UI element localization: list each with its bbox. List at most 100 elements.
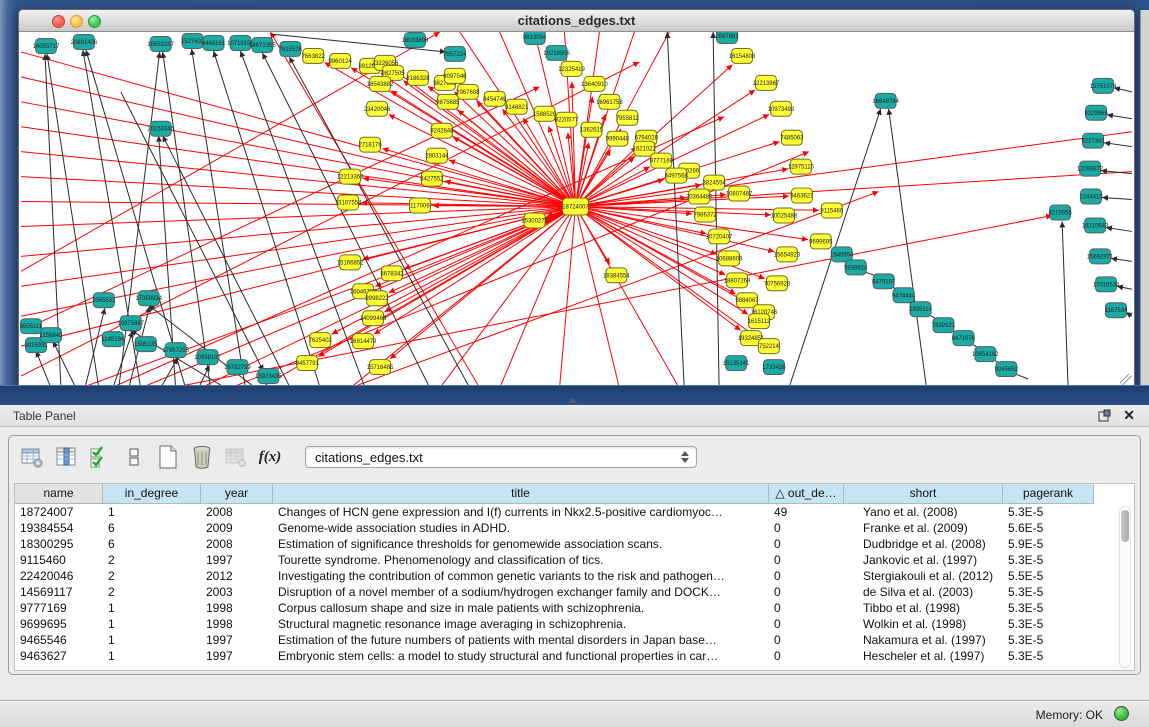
graph-node[interactable]: 12213967	[753, 75, 780, 90]
graph-node[interactable]: 14055717	[33, 38, 60, 53]
graph-node[interactable]: 2967608	[456, 84, 480, 99]
column-header-pagerank[interactable]: pagerank	[1003, 484, 1094, 504]
graph-node[interactable]: 9457791	[296, 356, 320, 371]
table-cell[interactable]: Nakamura et al. (1997)	[844, 632, 1003, 648]
table-cell[interactable]: Structural magnetic resonance image aver…	[273, 616, 769, 632]
table-row[interactable]: 1456911722003Disruption of a novel membe…	[15, 584, 1134, 600]
graph-node[interactable]: 17957255	[162, 343, 189, 358]
table-row[interactable]: 1872400712008Changes of HCN gene express…	[15, 504, 1134, 520]
table-cell[interactable]: 2012	[201, 568, 273, 584]
graph-node[interactable]: 16033809	[402, 32, 429, 47]
table-cell[interactable]: 1998	[201, 616, 273, 632]
graph-node[interactable]: 7857224	[443, 46, 467, 61]
graph-node[interactable]: 2718176	[358, 137, 382, 152]
table-cell[interactable]: 1997	[201, 632, 273, 648]
graph-node[interactable]: 18807269	[724, 273, 751, 288]
graph-node[interactable]: 15166852	[337, 255, 364, 270]
graph-node[interactable]: 14099468	[360, 311, 387, 326]
graph-node[interactable]: 2887682	[715, 32, 739, 43]
graph-node[interactable]: 1588520	[533, 106, 557, 121]
table-selector-dropdown[interactable]: citations_edges.txt	[305, 446, 697, 468]
table-cell[interactable]: Hescheler et al. (1997)	[844, 648, 1003, 664]
table-cell[interactable]: Estimation of significance thresholds fo…	[273, 536, 769, 552]
row-height-icon[interactable]	[121, 444, 147, 470]
graph-node[interactable]: 16543882	[367, 76, 394, 91]
graph-node[interactable]: 1244415	[1079, 189, 1103, 204]
table-cell[interactable]: 5.3E-5	[1003, 600, 1094, 616]
graph-node[interactable]: 10958107	[194, 350, 221, 365]
table-row[interactable]: 1938455462009Genome-wide association stu…	[15, 520, 1134, 536]
table-cell[interactable]: 1	[103, 632, 201, 648]
table-cell[interactable]: 1998	[201, 600, 273, 616]
table-row[interactable]: 946554611997Estimation of the future num…	[15, 632, 1134, 648]
table-cell[interactable]: Changes of HCN gene expression and I(f) …	[273, 504, 769, 520]
panel-splitter-handle[interactable]	[569, 398, 577, 403]
selection-mode-icon[interactable]	[87, 444, 113, 470]
graph-node[interactable]: 8186328	[406, 70, 430, 85]
column-visibility-icon[interactable]	[53, 444, 79, 470]
table-cell[interactable]: Stergiakouli et al. (2012)	[844, 568, 1003, 584]
graph-node[interactable]: 17359934	[135, 291, 162, 306]
table-cell[interactable]: 1997	[201, 648, 273, 664]
graph-node[interactable]: 1733426	[762, 360, 786, 375]
graph-node[interactable]: 10975887	[117, 316, 144, 331]
network-window[interactable]: citations_edges.txt 14055717208914061065…	[18, 9, 1135, 389]
table-cell[interactable]: 5.6E-5	[1003, 520, 1094, 536]
column-header-year[interactable]: year	[201, 484, 273, 504]
table-cell[interactable]: 2008	[201, 536, 273, 552]
graph-node[interactable]: 9998222	[365, 291, 389, 306]
column-header-name[interactable]: name	[15, 484, 103, 504]
table-cell[interactable]: 1	[103, 616, 201, 632]
graph-node[interactable]: 9245652	[995, 362, 1019, 377]
table-cell[interactable]: 0	[769, 600, 844, 616]
table-cell[interactable]: 0	[769, 648, 844, 664]
graph-node[interactable]: 1505135	[134, 337, 158, 352]
table-cell[interactable]: 0	[769, 536, 844, 552]
graph-node[interactable]: 8220577	[555, 112, 579, 127]
graph-node[interactable]: 15923435	[255, 369, 282, 384]
vertical-scrollbar[interactable]	[1119, 506, 1131, 668]
graph-node[interactable]: 7663822	[302, 48, 326, 63]
graph-node[interactable]: 9329966	[1084, 105, 1108, 120]
table-cell[interactable]: 2	[103, 584, 201, 600]
table-cell[interactable]: 2008	[201, 504, 273, 520]
graph-node[interactable]: 9242848	[430, 123, 454, 138]
table-cell[interactable]: 18724007	[15, 504, 103, 520]
graph-node[interactable]: 1156843	[40, 328, 63, 343]
graph-node[interactable]: 8471676	[952, 331, 976, 346]
close-panel-icon[interactable]: ✕	[1123, 407, 1135, 424]
graph-node[interactable]: 6479197	[872, 274, 896, 289]
graph-node[interactable]: 70756928	[764, 276, 791, 291]
graph-node[interactable]: 7485063	[780, 130, 804, 145]
table-cell[interactable]: 5.3E-5	[1003, 632, 1094, 648]
table-cell[interactable]: Genome-wide association studies in ADHD.	[273, 520, 769, 536]
table-cell[interactable]: 5.3E-5	[1003, 648, 1094, 664]
graph-node[interactable]: 117006	[409, 198, 430, 213]
graph-node[interactable]: 1615112	[748, 314, 771, 329]
table-cell[interactable]: 2	[103, 552, 201, 568]
float-panel-icon[interactable]	[1098, 409, 1111, 422]
graph-node[interactable]: 2065531	[92, 293, 116, 308]
network-canvas[interactable]: 1405571720891406106532871527602646616110…	[19, 32, 1134, 388]
table-cell[interactable]: Dudbridge et al. (2008)	[844, 536, 1003, 552]
table-cell[interactable]: 9465546	[15, 632, 103, 648]
table-cell[interactable]: 0	[769, 616, 844, 632]
table-row[interactable]: 969969511998Structural magnetic resonanc…	[15, 616, 1134, 632]
graph-node[interactable]: 20153346	[147, 121, 174, 136]
graph-node[interactable]: 9227341	[1081, 133, 1105, 148]
column-header-in_degree[interactable]: in_degree	[103, 484, 201, 504]
graph-node[interactable]: 19218506	[543, 45, 570, 60]
graph-node[interactable]: 8454749	[483, 91, 507, 106]
graph-node[interactable]: 9463627	[790, 188, 814, 203]
graph-node[interactable]: 8215955	[1049, 205, 1073, 220]
table-cell[interactable]: 5.5E-5	[1003, 568, 1094, 584]
graph-node[interactable]: 15716485	[367, 360, 394, 375]
table-cell[interactable]: 5.3E-5	[1003, 552, 1094, 568]
graph-node[interactable]: 9699695	[809, 234, 833, 249]
table-cell[interactable]: 5.3E-5	[1003, 584, 1094, 600]
graph-node[interactable]: 7986372	[694, 207, 718, 222]
graph-node[interactable]: 9097546	[443, 68, 467, 83]
graph-node[interactable]: 9960124	[329, 53, 353, 68]
graph-node[interactable]: 20364486	[686, 189, 713, 204]
table-cell[interactable]: Jankovic et al. (1997)	[844, 552, 1003, 568]
